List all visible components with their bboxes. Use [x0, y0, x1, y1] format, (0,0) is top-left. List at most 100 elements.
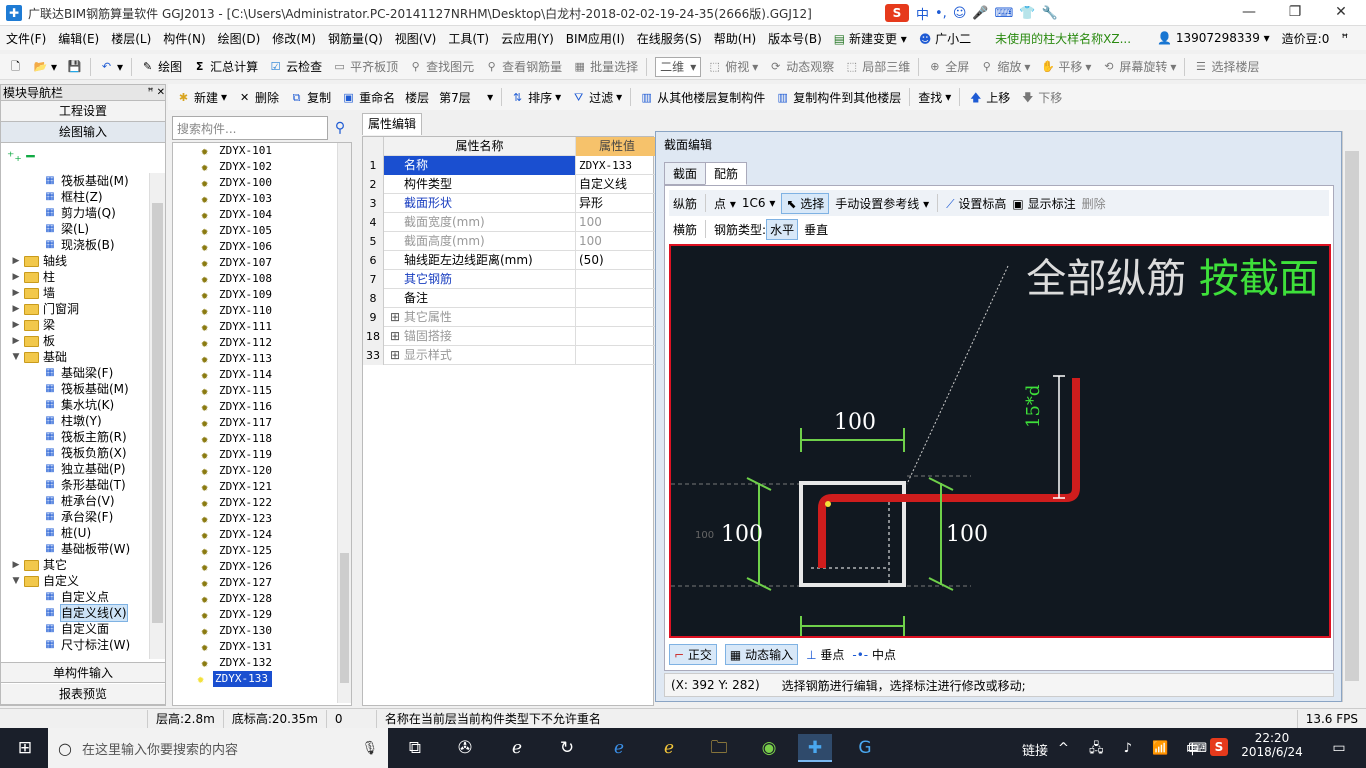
set-elevation-button[interactable]: ⟋ 设置标高 — [946, 195, 1006, 212]
list-item[interactable]: ✹ ZDYX-112 — [201, 335, 272, 351]
list-item[interactable]: ✹ ZDYX-109 — [201, 287, 272, 303]
menu-new-change[interactable]: ▤ 新建变更 ▾ — [828, 30, 913, 47]
main-scrollbar[interactable] — [1342, 131, 1362, 702]
rename-button[interactable]: ▣ 重命名 — [337, 86, 399, 108]
property-value[interactable] — [576, 346, 579, 365]
tree-item[interactable]: ▦ 自定义点 — [43, 589, 109, 605]
list-item[interactable]: ✹ ZDYX-110 — [201, 303, 272, 319]
tree-item[interactable]: ▼ 基础 — [11, 349, 67, 365]
glodon-g-icon[interactable]: G — [848, 734, 882, 762]
link-label[interactable]: 链接 — [1022, 740, 1048, 759]
ime-emoji-icon[interactable]: ☺ — [953, 6, 967, 21]
tree-item[interactable]: ▦ 筏板基础(M) — [43, 381, 128, 397]
ime-keyboard-icon[interactable]: ⌨ — [995, 6, 1014, 21]
list-item[interactable]: ✹ ZDYX-103 — [201, 191, 272, 207]
ie-icon[interactable]: ℯ — [652, 734, 686, 762]
expand-icon[interactable]: ▶ — [11, 253, 21, 269]
tree-item[interactable]: ▦ 自定义线(X) — [43, 604, 128, 622]
property-value[interactable]: (50) — [576, 251, 604, 270]
list-item[interactable]: ✹ ZDYX-132 — [201, 655, 272, 671]
menu-online[interactable]: 在线服务(S) — [631, 30, 708, 47]
collapse-icon[interactable]: ▼ — [11, 349, 21, 365]
new-component-button[interactable]: ✱ 新建 ▾ — [172, 86, 231, 108]
dim-text-top[interactable]: 100 — [834, 410, 876, 435]
property-value[interactable] — [576, 289, 579, 308]
task-view-icon[interactable]: ⧉ — [398, 734, 432, 762]
local-3d-button[interactable]: ⬚ 局部三维 — [840, 56, 914, 78]
property-row[interactable]: 5 截面高度(mm) 100 — [363, 231, 655, 251]
search-component-input[interactable]: 搜索构件... — [172, 116, 328, 140]
list-item[interactable]: ✹ ZDYX-117 — [201, 415, 272, 431]
list-item[interactable]: ✹ ZDYX-114 — [201, 367, 272, 383]
tree-item[interactable]: ▶ 板 — [11, 333, 55, 349]
list-item[interactable]: ✹ ZDYX-116 — [201, 399, 272, 415]
rotate-screen-button[interactable]: ⟲ 屏幕旋转 ▾ — [1097, 56, 1180, 78]
filter-button[interactable]: ⛛ 过滤 ▾ — [567, 86, 626, 108]
list-scrollbar[interactable] — [337, 143, 351, 703]
windows-start-icon[interactable]: ⊞ — [8, 734, 42, 762]
collapse-icon[interactable]: ▼ — [11, 573, 21, 589]
expand-icon[interactable]: ▶ — [11, 285, 21, 301]
select-button[interactable]: ⬉ 选择 — [781, 192, 830, 214]
tab-property-edit[interactable]: 属性编辑 — [362, 113, 422, 135]
menu-account[interactable]: 👤 13907298339 ▾ — [1137, 31, 1276, 45]
select-floor-button[interactable]: ☰ 选择楼层 — [1189, 56, 1263, 78]
property-row[interactable]: 4 截面宽度(mm) 100 — [363, 212, 655, 232]
tab-rebar[interactable]: 配筋 — [705, 162, 748, 185]
batch-select-button[interactable]: ▦ 批量选择 — [568, 56, 642, 78]
menu-rebar-qty[interactable]: 钢筋量(Q) — [322, 30, 389, 47]
menu-cloud[interactable]: 云应用(Y) — [495, 30, 560, 47]
tree-item[interactable]: ▦ 承台梁(F) — [43, 509, 113, 525]
copy-to-floor-button[interactable]: ▥ 复制构件到其他楼层 — [771, 86, 905, 108]
menu-file[interactable]: 文件(F) — [0, 30, 52, 47]
expand-icon[interactable]: ▶ — [11, 557, 21, 573]
file-explorer-icon[interactable]: 🗀 — [702, 734, 736, 762]
sort-button[interactable]: ⇅ 排序 ▾ — [506, 86, 565, 108]
menu-assistant[interactable]: ☻ 广小二 — [913, 30, 977, 47]
undo-button[interactable]: ↶ ▾ — [95, 56, 127, 78]
dynamic-view-button[interactable]: ⟳ 动态观察 — [764, 56, 838, 78]
manual-ref-line-button[interactable]: 手动设置参考线 ▾ — [835, 195, 929, 212]
ime-lang[interactable]: 中 — [916, 4, 929, 23]
list-item[interactable]: ✹ ZDYX-127 — [201, 575, 272, 591]
view-mode-select[interactable]: 二维 ▾ — [655, 56, 702, 77]
fan-app-icon[interactable]: ✇ — [448, 734, 482, 762]
tree-item[interactable]: ▦ 筏板基础(M) — [43, 173, 128, 189]
floor-select[interactable]: 第7层 ▾ — [435, 86, 497, 108]
list-item[interactable]: ✹ ZDYX-128 — [201, 591, 272, 607]
expand-icon[interactable]: ▶ — [11, 333, 21, 349]
tree-item[interactable]: ▶ 墙 — [11, 285, 55, 301]
list-item[interactable]: ✹ ZDYX-125 — [201, 543, 272, 559]
sum-calc-button[interactable]: Σ 汇总计算 — [188, 56, 262, 78]
list-item[interactable]: ✹ ZDYX-101 — [201, 143, 272, 159]
sogou-browser-icon[interactable]: ↻ — [550, 734, 584, 762]
restore-button[interactable]: ❐ — [1272, 0, 1318, 26]
tree-item[interactable]: ▶ 轴线 — [11, 253, 67, 269]
save-button[interactable]: 💾 — [63, 56, 86, 78]
tree-item[interactable]: ▦ 剪力墙(Q) — [43, 205, 116, 221]
clock[interactable]: 22:20 2018/6/24 — [1240, 731, 1304, 759]
property-value[interactable]: 自定义线 — [576, 175, 627, 194]
draw-button[interactable]: ✎ 绘图 — [136, 56, 186, 78]
tab-section[interactable]: 截面 — [664, 162, 707, 185]
ime-toolbar[interactable]: 中 •, ☺ 🎤 ⌨ 👕 🔧 — [916, 3, 1058, 23]
list-item[interactable]: ✹ ZDYX-108 — [201, 271, 272, 287]
find-element-button[interactable]: ⚲ 查找图元 — [404, 56, 478, 78]
nav-scroll-thumb[interactable] — [152, 203, 163, 623]
expand-icon[interactable]: ⊞ — [390, 329, 404, 343]
menu-bim[interactable]: BIM应用(I) — [560, 30, 631, 47]
move-down-button[interactable]: 🡇 下移 — [1016, 86, 1066, 108]
property-row[interactable]: 9 ⊞ 其它属性 — [363, 307, 655, 327]
list-item[interactable]: ✹ ZDYX-118 — [201, 431, 272, 447]
menu-edit[interactable]: 编辑(E) — [52, 30, 105, 47]
tree-item[interactable]: ▦ 柱墩(Y) — [43, 413, 101, 429]
lang-indicator[interactable]: 中 — [1186, 739, 1199, 758]
tree-item[interactable]: ▦ 基础板带(W) — [43, 541, 130, 557]
sogou-tray-icon[interactable]: S — [1210, 738, 1228, 756]
tree-item[interactable]: ▶ 梁 — [11, 317, 55, 333]
list-item[interactable]: ✹ ZDYX-119 — [201, 447, 272, 463]
list-item[interactable]: ✹ ZDYX-121 — [201, 479, 272, 495]
sogou-ime-icon[interactable]: S — [885, 4, 909, 22]
align-top-button[interactable]: ▭ 平齐板顶 — [328, 56, 402, 78]
tree-item[interactable]: ▶ 门窗洞 — [11, 301, 79, 317]
